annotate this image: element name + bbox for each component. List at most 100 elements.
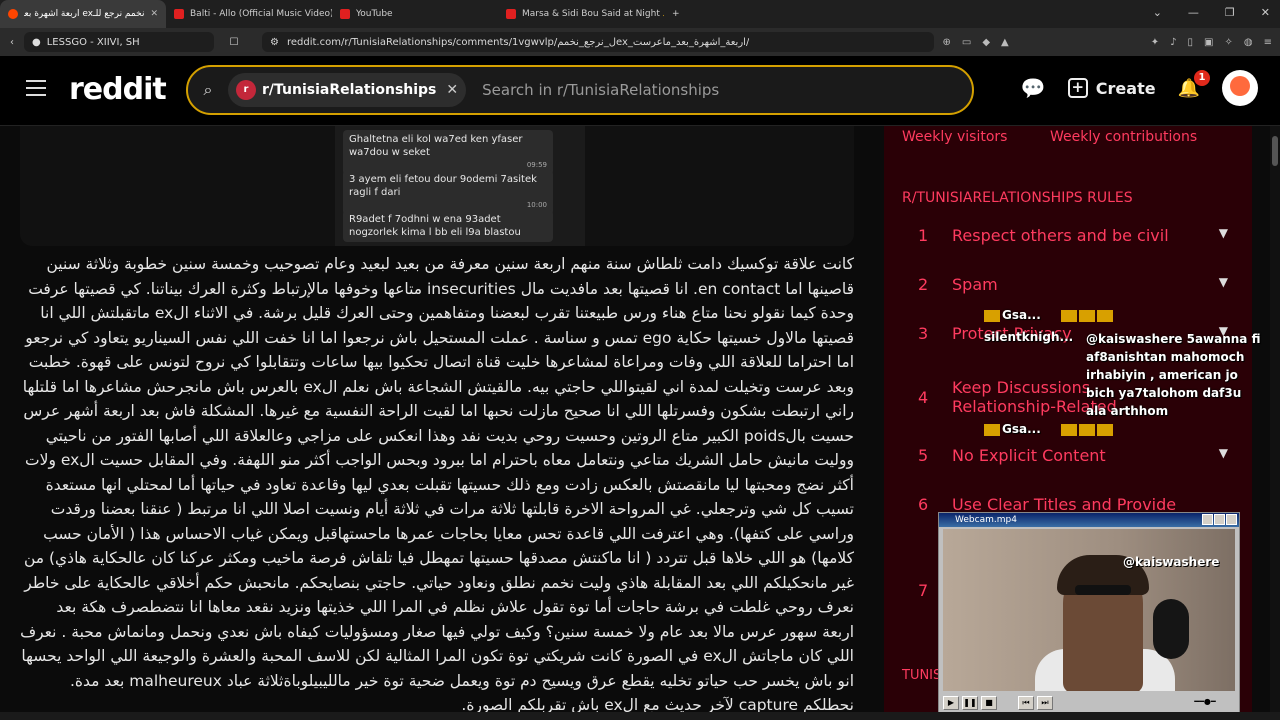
search-icon: ⌕ <box>203 80 213 99</box>
webcam-title: Webcam.mp4 <box>955 515 1017 525</box>
rewards-icon[interactable]: ▲ <box>1001 37 1009 48</box>
stream-chat-user: Gsa... <box>1002 422 1041 436</box>
rule-number: 3 <box>918 324 929 343</box>
rule-label: No Explicit Content <box>952 446 1106 465</box>
tab-balti[interactable]: Balti - Allo (Official Music Video) - Yo <box>166 0 332 28</box>
user-avatar[interactable] <box>1222 70 1258 106</box>
media-controls: ▶ ❚❚ ■ ⏮ ⏭ ━━●━ <box>943 695 1235 711</box>
horizontal-scrollbar[interactable] <box>0 712 1280 720</box>
chat-bubble-text: R9adet f 7odhni w ena 93adet nogzorlek k… <box>349 214 521 238</box>
community-chip[interactable]: r r/TunisiaRelationships ✕ <box>228 73 467 107</box>
extensions-area: ⊕ ▭ ◆ ▲ ✦ ♪ ▯ ▣ ✧ ◍ ≡ <box>942 37 1272 48</box>
rule-number: 1 <box>918 226 929 245</box>
maximize-icon[interactable] <box>1214 514 1225 525</box>
zoom-icon[interactable]: ⊕ <box>942 37 950 48</box>
wallet-icon[interactable]: ▣ <box>1204 37 1213 48</box>
clear-community-icon[interactable]: ✕ <box>446 82 458 98</box>
post-content: Ghaltetna eli kol wa7ed ken yfaser wa7do… <box>0 126 870 714</box>
chevron-down-icon[interactable]: ▼ <box>1219 226 1228 240</box>
tab-reddit-post[interactable]: نخمم نرجع للـex اربعة اشهرة بعد ✕ <box>0 0 166 28</box>
leo-icon[interactable]: ✧ <box>1224 37 1232 48</box>
chat-icon[interactable]: 💬 <box>1021 76 1046 100</box>
emote-icon <box>984 423 1000 436</box>
close-icon[interactable] <box>1226 514 1237 525</box>
rule-item[interactable]: 2 Spam ▼ <box>918 275 1228 294</box>
volume-slider[interactable]: ━━●━ <box>1175 696 1235 710</box>
tab-title: نخمم نرجع للـex اربعة اشهرة بعد <box>24 9 145 19</box>
menu-icon[interactable]: ≡ <box>1264 37 1272 48</box>
chat-bubble: Ghaltetna eli kol wa7ed ken yfaser wa7do… <box>343 130 553 175</box>
rule-item[interactable]: 5 No Explicit Content ▼ <box>918 446 1228 465</box>
music-icon[interactable]: ♪ <box>1170 37 1176 48</box>
chevron-down-icon[interactable]: ▼ <box>1219 275 1228 289</box>
tab-youtube[interactable]: YouTube <box>332 0 498 28</box>
youtube-favicon-icon <box>506 9 516 19</box>
reddit-logo[interactable]: reddit <box>69 72 167 107</box>
tab-title: Marsa & Sidi Bou Said at Night 🌙 | <box>522 9 664 19</box>
back-icon[interactable]: ‹ <box>0 37 24 48</box>
sidebar-icon[interactable]: ▯ <box>1188 37 1194 48</box>
chat-bubble-text: Ghaltetna eli kol wa7ed ken yfaser wa7do… <box>349 134 523 158</box>
webcam-titlebar[interactable]: Webcam.mp4 <box>939 513 1239 527</box>
hamburger-menu-icon[interactable] <box>26 80 46 96</box>
weekly-visitors-label: Weekly visitors <box>902 129 1008 145</box>
reddit-favicon-icon <box>8 9 18 19</box>
play-icon[interactable]: ▶ <box>943 696 959 710</box>
minimize-icon[interactable]: — <box>1188 6 1199 19</box>
rules-title: R/TUNISIARELATIONSHIPS RULES <box>902 190 1133 206</box>
bookmark-icon[interactable]: ☐ <box>214 37 254 48</box>
rule-item[interactable]: 1 Respect others and be civil ▼ <box>918 226 1228 245</box>
chat-bubble-text: 3 ayem eli fetou dour 9odemi 7asitek rag… <box>349 174 537 198</box>
post-body: كانت علاقة توكسيك دامت ثلطاش سنة منهم ار… <box>20 255 854 714</box>
next-icon[interactable]: ⏭ <box>1037 696 1053 710</box>
cast-icon[interactable]: ▭ <box>962 37 971 48</box>
browser-tab-bar: نخمم نرجع للـex اربعة اشهرة بعد ✕ Balti … <box>0 0 1280 28</box>
url-text: reddit.com/r/TunisiaRelationships/commen… <box>286 36 750 48</box>
emote-icon <box>1096 423 1113 436</box>
scrollbar-thumb[interactable] <box>1272 136 1278 166</box>
plus-icon: + <box>1067 78 1088 98</box>
vpn-icon[interactable]: ◍ <box>1244 37 1253 48</box>
stream-chat-line: Gsa... <box>984 308 1115 322</box>
header-actions: 💬 + Create 🔔 1 <box>1021 69 1258 106</box>
youtube-favicon-icon <box>340 9 350 19</box>
profile-icon: ● <box>32 36 41 48</box>
stream-chat-line: Gsa... <box>984 422 1115 436</box>
url-bar[interactable]: ⚙ reddit.com/r/TunisiaRelationships/comm… <box>262 32 935 52</box>
search-bar[interactable]: ⌕ r r/TunisiaRelationships ✕ Search in r… <box>186 65 974 115</box>
rule-label: Respect others and be civil <box>952 226 1169 245</box>
puzzle-icon[interactable]: ✦ <box>1151 37 1159 48</box>
stop-icon[interactable]: ■ <box>981 696 997 710</box>
restore-icon[interactable]: ❐ <box>1225 6 1235 19</box>
emote-icon <box>1096 309 1113 322</box>
search-placeholder[interactable]: Search in r/TunisiaRelationships <box>482 81 719 99</box>
close-tab-icon[interactable]: ✕ <box>150 9 158 19</box>
close-window-icon[interactable]: ✕ <box>1261 6 1270 19</box>
post-image[interactable]: Ghaltetna eli kol wa7ed ken yfaser wa7do… <box>20 126 854 246</box>
pause-icon[interactable]: ❚❚ <box>962 696 978 710</box>
weekly-contributions-label: Weekly contributions <box>1050 129 1198 145</box>
tab-marsa[interactable]: Marsa & Sidi Bou Said at Night 🌙 | <box>498 0 664 28</box>
new-tab-button[interactable]: + <box>664 0 688 28</box>
tab-list-icon[interactable]: ⌄ <box>1153 6 1162 19</box>
tab-title: Balti - Allo (Official Music Video) - Yo <box>190 9 332 19</box>
webcam-video: @kaiswashere <box>943 529 1235 691</box>
browser-toolbar: ‹ ● LESSGO - XIIVI, SH ☐ ⚙ reddit.com/r/… <box>0 28 1280 56</box>
minimize-icon[interactable] <box>1202 514 1213 525</box>
chat-bubble: 3 ayem eli fetou dour 9odemi 7asitek rag… <box>343 170 553 215</box>
profile-pill[interactable]: ● LESSGO - XIIVI, SH <box>24 32 214 52</box>
stream-chat-message: @kaiswashere 5awanna fi af8anishtan maho… <box>1086 330 1264 420</box>
chevron-down-icon[interactable]: ▼ <box>1219 446 1228 460</box>
chat-bubble: R9adet f 7odhni w ena 93adet nogzorlek k… <box>343 210 553 242</box>
create-button[interactable]: + Create <box>1067 78 1156 98</box>
notifications-icon[interactable]: 🔔 1 <box>1178 69 1210 99</box>
rule-number: 2 <box>918 275 929 294</box>
webcam-window[interactable]: Webcam.mp4 @kaiswashere ▶ ❚❚ ■ ⏮ ⏭ ━━●━ <box>938 512 1240 714</box>
vertical-scrollbar[interactable] <box>1270 126 1280 712</box>
rule-number: 5 <box>918 446 929 465</box>
rule-number: 4 <box>918 387 929 407</box>
brave-shield-icon[interactable]: ◆ <box>982 37 990 48</box>
previous-icon[interactable]: ⏮ <box>1018 696 1034 710</box>
site-info-icon[interactable]: ⚙ <box>270 37 279 48</box>
youtube-favicon-icon <box>174 9 184 19</box>
